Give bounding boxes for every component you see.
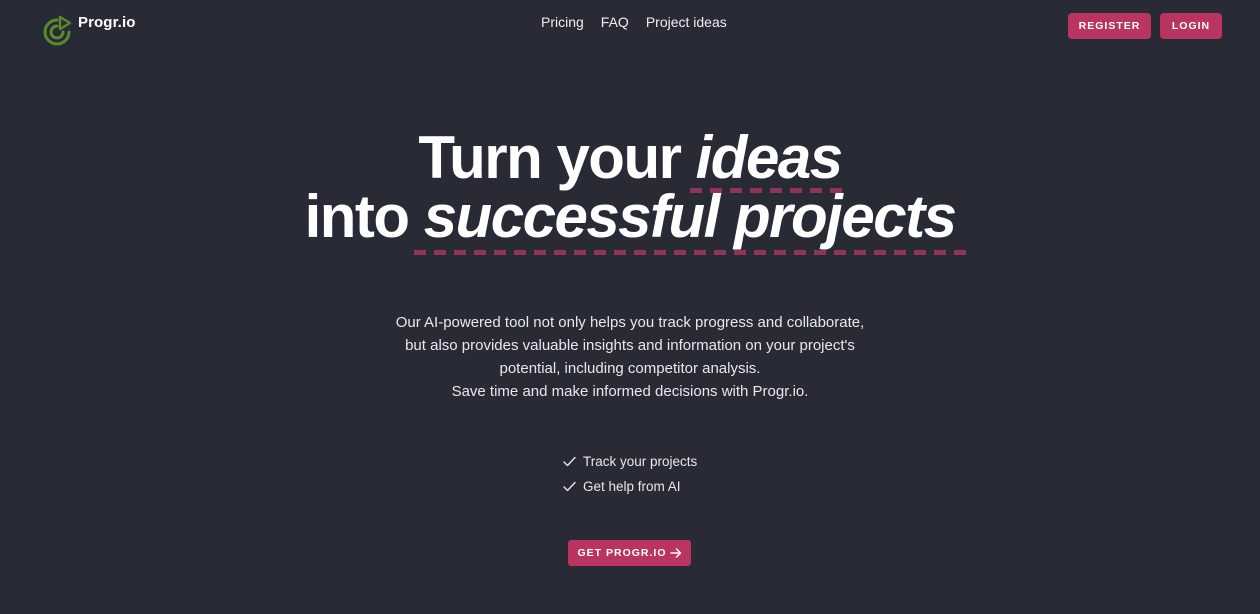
checkmark-icon (563, 481, 576, 492)
hero-title-line1-em: ideas (695, 124, 843, 191)
main-nav: Pricing FAQ Project ideas (541, 14, 727, 30)
nav-project-ideas[interactable]: Project ideas (646, 14, 727, 30)
feature-item: Track your projects (563, 449, 697, 474)
hero-description-line: Save time and make informed decisions wi… (451, 383, 809, 400)
hero-title-line1-plain: Turn your (418, 124, 696, 191)
hero-title-line2-em: successful projects (423, 183, 957, 250)
hero-description: Our AI-powered tool not only helps you t… (0, 311, 1260, 403)
nav-faq[interactable]: FAQ (601, 14, 629, 30)
successful-projects-underline (414, 250, 966, 255)
nav-pricing[interactable]: Pricing (541, 14, 584, 30)
feature-label: Get help from AI (583, 479, 681, 494)
hero-description-line: potential, including competitor analysis… (499, 360, 761, 377)
login-button[interactable]: LOGIN (1160, 13, 1222, 39)
get-progr-io-button[interactable]: GET PROGR.IO (568, 540, 691, 566)
register-button[interactable]: REGISTER (1068, 13, 1151, 39)
feature-list: Track your projects Get help from AI (563, 449, 697, 499)
cta-label: GET PROGR.IO (577, 547, 667, 559)
arrow-right-icon (669, 548, 681, 558)
hero-title-line1: Turn your ideas (0, 128, 1260, 188)
feature-item: Get help from AI (563, 474, 697, 499)
logo-icon (43, 15, 72, 46)
hero-description-line: Our AI-powered tool not only helps you t… (395, 314, 865, 331)
ideas-underline (690, 188, 842, 193)
feature-label: Track your projects (583, 454, 698, 469)
hero-description-line: but also provides valuable insights and … (405, 337, 855, 354)
checkmark-icon (563, 456, 576, 467)
hero-title-line2: into successful projects (0, 187, 1260, 247)
logo[interactable]: Progr.io (42, 14, 135, 48)
hero-title-line2-plain: into (304, 183, 424, 250)
logo-text: Progr.io (78, 14, 136, 31)
